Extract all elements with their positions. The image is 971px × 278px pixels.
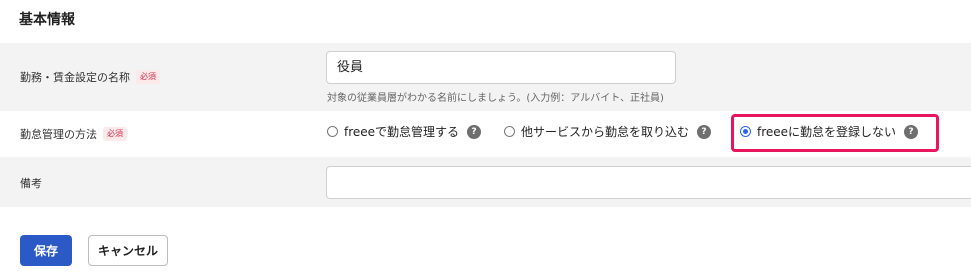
attendance-method-label-group: 勤怠管理の方法 必須 xyxy=(20,126,127,142)
cancel-button[interactable]: キャンセル xyxy=(88,235,168,266)
attendance-method-label: 勤怠管理の方法 xyxy=(20,128,97,141)
help-icon[interactable]: ? xyxy=(697,124,712,139)
name-input[interactable]: 役員 xyxy=(326,51,676,84)
radio-option-label: freeeで勤怠管理する xyxy=(344,125,460,139)
help-icon[interactable]: ? xyxy=(904,124,919,139)
radio-button-checked[interactable] xyxy=(740,126,751,137)
required-badge: 必須 xyxy=(103,127,127,141)
required-badge: 必須 xyxy=(136,70,160,84)
name-field-label: 勤務・賃金設定の名称 xyxy=(20,71,130,84)
radio-button[interactable] xyxy=(327,126,338,137)
section-title: 基本情報 xyxy=(19,12,75,28)
name-field-row: 勤務・賃金設定の名称 必須 役員 対象の従業員層がわかる名前にしましょう。(入力… xyxy=(0,43,971,111)
save-button[interactable]: 保存 xyxy=(20,235,72,266)
notes-label: 備考 xyxy=(20,177,42,190)
radio-option-freee-manage[interactable]: freeeで勤怠管理する ? xyxy=(327,123,482,140)
radio-option-no-register[interactable]: freeeに勤怠を登録しない ? xyxy=(740,123,919,140)
name-field-label-group: 勤務・賃金設定の名称 必須 xyxy=(20,69,160,85)
radio-button[interactable] xyxy=(504,126,515,137)
radio-option-import-other-service[interactable]: 他サービスから勤怠を取り込む ? xyxy=(504,123,712,140)
notes-label-group: 備考 xyxy=(20,175,42,191)
name-field-hint: 対象の従業員層がわかる名前にしましょう。(入力例：アルバイト、正社員) xyxy=(327,93,664,104)
radio-option-label: 他サービスから勤怠を取り込む xyxy=(521,125,690,139)
attendance-method-row: 勤怠管理の方法 必須 freeeで勤怠管理する ? 他サービスから勤怠を取り込む… xyxy=(0,111,971,157)
basic-info-form: 基本情報 勤務・賃金設定の名称 必須 役員 対象の従業員層がわかる名前にしましょ… xyxy=(0,0,971,278)
help-icon[interactable]: ? xyxy=(467,124,482,139)
notes-field-row: 備考 xyxy=(0,157,971,207)
notes-input[interactable] xyxy=(326,166,971,199)
radio-option-label: freeeに勤怠を登録しない xyxy=(757,125,897,139)
